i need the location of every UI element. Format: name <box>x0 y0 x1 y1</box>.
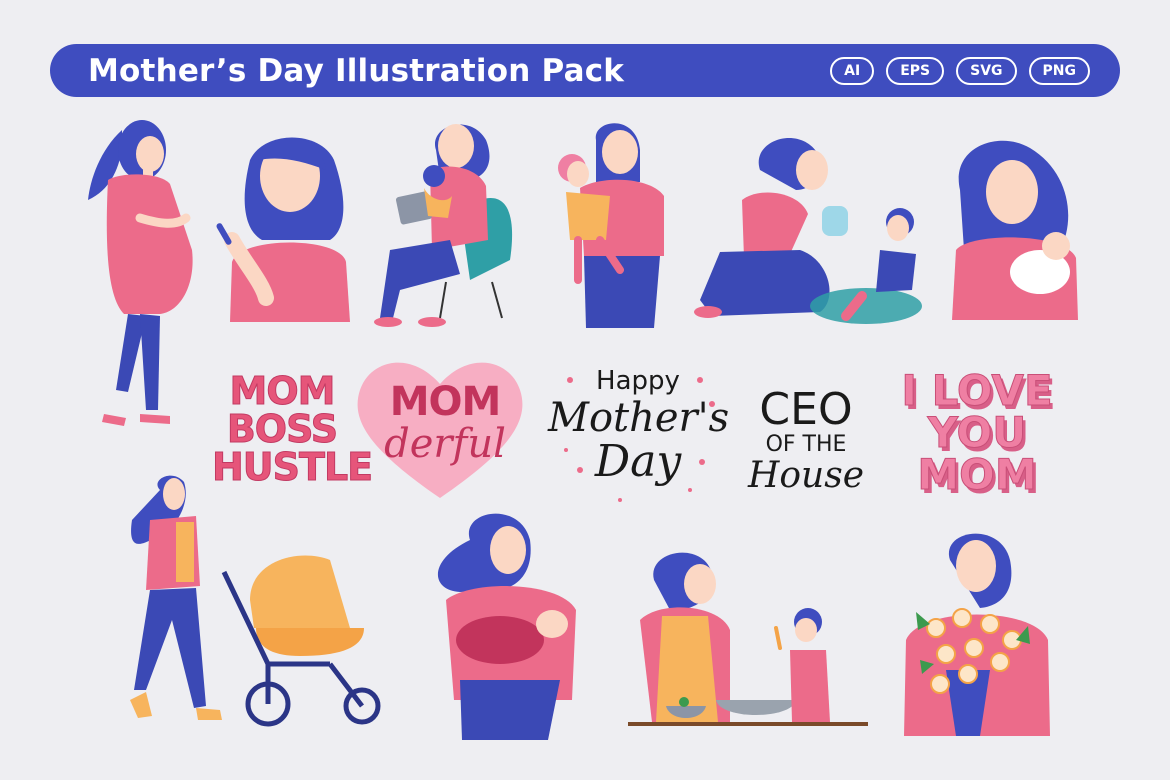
illustration-mother-holding-daughter <box>558 123 664 328</box>
lettering-line: BOSS <box>226 407 338 451</box>
lettering-line: MOM <box>389 379 502 425</box>
lettering-ceo-of-the-house: CEO OF THE House <box>736 388 876 494</box>
lettering-line: MOM <box>917 450 1037 499</box>
lettering-happy-mothers-day: Happy Mother's Day <box>548 366 730 487</box>
illustration-pregnant-mother <box>88 120 193 426</box>
lettering-line: Happy <box>596 366 680 396</box>
lettering-i-love-you-mom: I LOVE YOU MOM <box>892 366 1062 499</box>
lettering-line: CEO <box>759 384 853 435</box>
lettering-line: I LOVE <box>901 366 1053 415</box>
lettering-line: derful <box>384 421 506 467</box>
illustration-working-mother <box>374 124 513 327</box>
lettering-line: Mother's <box>548 395 730 441</box>
lettering-line: OF THE <box>765 432 847 457</box>
lettering-mom-boss-hustle: MOM BOSS HUSTLE <box>212 369 374 489</box>
illustration-mother-playing-with-son <box>694 137 922 324</box>
lettering-line: YOU <box>927 408 1027 457</box>
illustration-mother-hugging-baby <box>952 140 1078 320</box>
illustration-mother-nursing <box>437 513 576 740</box>
lettering-line: HUSTLE <box>212 445 374 489</box>
lettering-line: House <box>747 455 865 496</box>
lettering-line: Day <box>594 436 682 487</box>
illustration-mother-with-bouquet <box>904 533 1050 736</box>
illustration-mother-with-stroller <box>130 475 381 727</box>
lettering-line: MOM <box>229 369 336 413</box>
illustration-cooking-together <box>628 552 868 726</box>
illustration-pregnancy-test <box>216 137 350 322</box>
lettering-momderful: MOM derful <box>370 382 520 464</box>
